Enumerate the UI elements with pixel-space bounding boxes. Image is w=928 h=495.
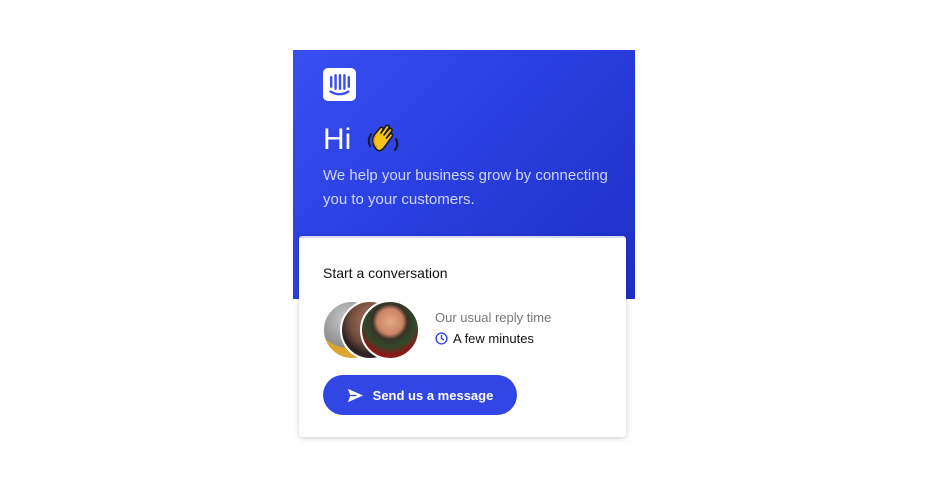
send-message-label: Send us a message	[372, 387, 494, 403]
waving-hand-icon	[363, 120, 403, 160]
greeting-text: Hi	[323, 123, 352, 156]
reply-time-value: A few minutes	[435, 331, 534, 346]
card-title: Start a conversation	[323, 265, 448, 281]
conversation-card: Start a conversation Our usual reply tim…	[299, 236, 626, 437]
intro-text: We help your business grow by connecting…	[323, 167, 608, 208]
send-message-button[interactable]: Send us a message	[323, 375, 517, 415]
messenger-widget: Hi We help your business grow by connect…	[0, 0, 928, 495]
reply-time-text: A few minutes	[453, 331, 534, 346]
greeting-heading: Hi	[323, 120, 403, 160]
reply-time-label: Our usual reply time	[435, 310, 552, 325]
send-icon	[347, 388, 363, 402]
clock-icon	[435, 332, 448, 345]
avatar	[360, 300, 420, 360]
team-avatars	[322, 300, 422, 360]
intercom-logo-icon	[323, 68, 356, 101]
